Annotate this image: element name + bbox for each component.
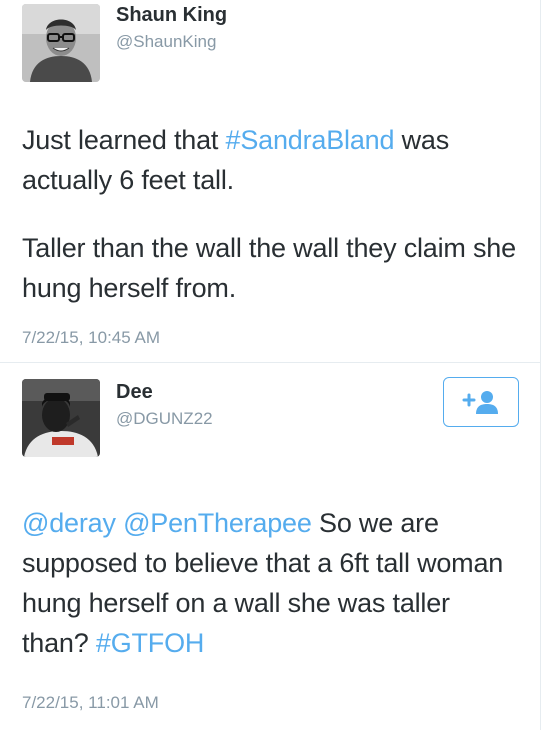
follow-button[interactable] (443, 377, 519, 427)
display-name[interactable]: Dee (116, 381, 153, 404)
tweet-text: @deray @PenTherapee So we are supposed t… (22, 503, 522, 663)
tweet-text: Taller than the wall the wall they claim… (22, 233, 516, 303)
display-name[interactable]: Shaun King (116, 4, 227, 27)
tweet: Dee @DGUNZ22 @deray @PenTherapee So we a… (0, 362, 541, 731)
mention-link[interactable]: @PenTherapee (123, 508, 312, 538)
person-avatar-icon (22, 379, 100, 457)
tweet: Shaun King @ShaunKing Just learned that … (0, 0, 541, 362)
username[interactable]: @DGUNZ22 (116, 409, 213, 429)
person-with-glasses-avatar-icon (22, 4, 100, 82)
tweet-text: Just learned that #SandraBland was actua… (22, 120, 522, 200)
timestamp[interactable]: 7/22/15, 11:01 AM (22, 693, 159, 713)
hashtag-link[interactable]: #SandraBland (226, 125, 395, 155)
hashtag-link[interactable]: #GTFOH (96, 628, 205, 658)
add-user-icon (462, 391, 498, 414)
avatar[interactable] (22, 379, 100, 457)
avatar[interactable] (22, 4, 100, 82)
tweet-text-segment: Just learned that (22, 125, 226, 155)
mention-link[interactable]: @deray (22, 508, 116, 538)
username[interactable]: @ShaunKing (116, 32, 216, 52)
timestamp[interactable]: 7/22/15, 10:45 AM (22, 328, 160, 348)
